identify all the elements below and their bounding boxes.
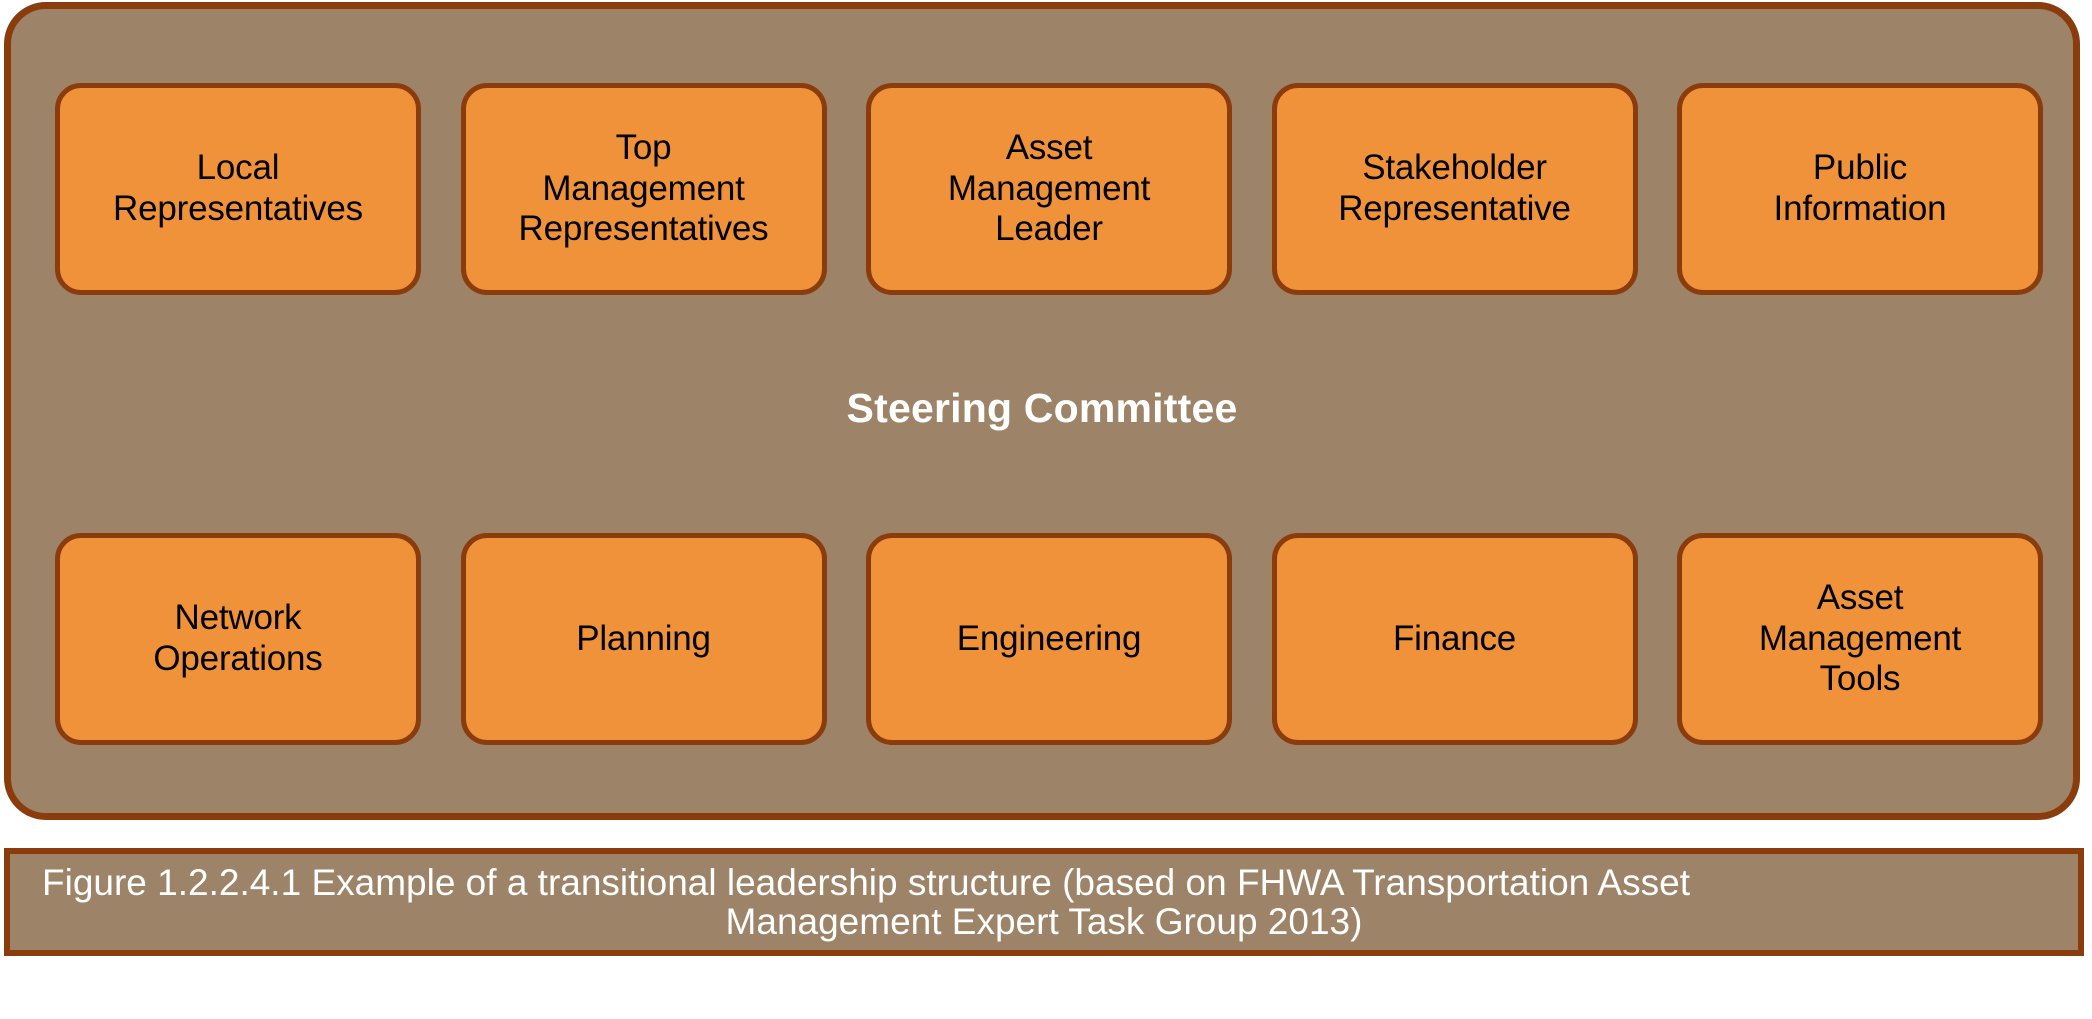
figure-caption: Figure 1.2.2.4.1 Example of a transition… bbox=[4, 848, 2084, 956]
bottom-row-group: Network Operations Planning Engineering … bbox=[55, 533, 2043, 745]
member-box-top-management-representatives[interactable]: Top Management Representatives bbox=[460, 83, 827, 295]
steering-committee-title: Steering Committee bbox=[846, 385, 1238, 431]
member-box-label: Network Operations bbox=[153, 598, 323, 678]
member-box-label: Local Representatives bbox=[113, 148, 363, 228]
member-box-stakeholder-representative[interactable]: Stakeholder Representative bbox=[1271, 83, 1638, 295]
member-box-label: Planning bbox=[576, 618, 711, 658]
member-box-asset-management-leader[interactable]: Asset Management Leader bbox=[866, 83, 1232, 295]
member-box-asset-management-tools[interactable]: Asset Management Tools bbox=[1677, 533, 2043, 745]
member-box-public-information[interactable]: Public Information bbox=[1677, 83, 2043, 295]
member-box-planning[interactable]: Planning bbox=[460, 533, 827, 745]
member-box-network-operations[interactable]: Network Operations bbox=[55, 533, 421, 745]
caption-line-2: Management Expert Task Group 2013) bbox=[725, 901, 1363, 942]
member-box-label: Stakeholder Representative bbox=[1338, 148, 1571, 228]
top-row-group: Local Representatives Top Management Rep… bbox=[55, 83, 2043, 295]
member-box-label: Top Management Representatives bbox=[518, 128, 769, 249]
member-box-label: Engineering bbox=[956, 618, 1142, 658]
member-box-local-representatives[interactable]: Local Representatives bbox=[55, 83, 421, 295]
member-box-engineering[interactable]: Engineering bbox=[866, 533, 1232, 745]
member-box-label: Finance bbox=[1392, 618, 1517, 658]
member-box-label: Public Information bbox=[1773, 148, 1947, 228]
steering-committee-container: Local Representatives Top Management Rep… bbox=[4, 2, 2080, 820]
figure-root: Local Representatives Top Management Rep… bbox=[0, 0, 2092, 1019]
member-box-label: Asset Management Tools bbox=[1758, 578, 1962, 699]
member-box-label: Asset Management Leader bbox=[947, 128, 1151, 249]
caption-line-1: Figure 1.2.2.4.1 Example of a transition… bbox=[42, 861, 1691, 903]
member-box-finance[interactable]: Finance bbox=[1271, 533, 1638, 745]
